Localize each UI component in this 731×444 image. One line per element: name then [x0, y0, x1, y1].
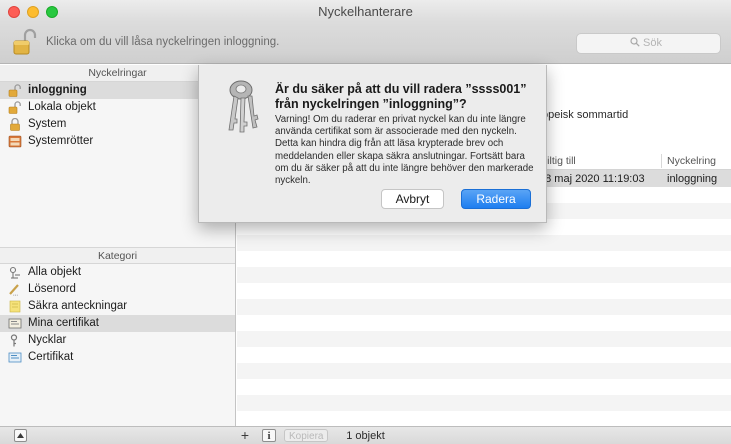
- search-input[interactable]: Sök: [576, 33, 721, 54]
- empty-row: [237, 395, 731, 411]
- unlocked-padlock-icon: [13, 28, 37, 55]
- sidebar-item-label: Lösenord: [28, 283, 76, 295]
- category-section: Kategori Alla objekt ... Lösenord Säkra …: [0, 247, 235, 366]
- sidebar-item-alla-objekt[interactable]: Alla objekt: [0, 264, 235, 281]
- cell-expires: 28 maj 2020 11:19:03: [539, 173, 645, 185]
- item-count: 1 objekt: [346, 430, 385, 442]
- lock-hint-text: Klicka om du vill låsa nyckelringen inlo…: [46, 36, 280, 48]
- empty-row: [237, 363, 731, 379]
- cancel-button[interactable]: Avbryt: [381, 189, 444, 209]
- column-separator: [661, 154, 662, 168]
- password-pencil-icon: ...: [9, 284, 19, 297]
- sidebar-item-label: Säkra anteckningar: [28, 300, 128, 312]
- sidebar-item-label: inloggning: [28, 84, 87, 96]
- detail-text: opeisk sommartid: [542, 109, 629, 121]
- category-header: Kategori: [0, 247, 235, 264]
- note-icon: [9, 300, 21, 313]
- sidebar-item-label: Nycklar: [28, 334, 67, 346]
- sidebar-item-nycklar[interactable]: Nycklar: [0, 332, 235, 349]
- sidebar-item-label: Systemrötter: [28, 135, 94, 147]
- sidebar-item-label: Mina certifikat: [28, 317, 99, 329]
- search-icon: [630, 37, 640, 47]
- search-placeholder: Sök: [643, 37, 662, 49]
- empty-row: [237, 235, 731, 251]
- sidebar-item-label: Lokala objekt: [28, 101, 96, 113]
- locked-padlock-icon: [10, 118, 20, 131]
- sidebar-item-mina-certifikat[interactable]: Mina certifikat: [0, 315, 235, 332]
- keys-icon: [228, 80, 259, 133]
- lock-keychain-button[interactable]: [12, 28, 38, 56]
- unlocked-padlock-icon: [8, 101, 21, 114]
- unlocked-padlock-icon: [8, 84, 21, 97]
- sidebar-item-sakra-anteckningar[interactable]: Säkra anteckningar: [0, 298, 235, 315]
- all-items-icon: [9, 266, 20, 279]
- sidebar-item-label: Certifikat: [28, 351, 74, 363]
- empty-row: [237, 331, 731, 347]
- cabinet-icon: [8, 135, 22, 148]
- toolbar: Klicka om du vill låsa nyckelringen inlo…: [0, 22, 731, 64]
- sidebar-item-losenord[interactable]: ... Lösenord: [0, 281, 235, 298]
- certificate-icon: [8, 352, 22, 363]
- keychain-window: Nyckelhanterare Klicka om du vill låsa n…: [0, 0, 731, 444]
- empty-row: [237, 299, 731, 315]
- dialog-message: Varning! Om du raderar en privat nyckel …: [275, 114, 534, 187]
- bottom-bar: + i Kopiera 1 objekt: [0, 426, 731, 444]
- cell-keychain: inloggning: [667, 173, 718, 185]
- sidebar-item-certifikat[interactable]: Certifikat: [0, 349, 235, 366]
- sidebar-item-label: Alla objekt: [28, 266, 82, 278]
- svg-text:...: ...: [13, 292, 18, 297]
- title-bar: Nyckelhanterare: [0, 0, 731, 22]
- column-keychain[interactable]: Nyckelring: [667, 155, 716, 167]
- window-title: Nyckelhanterare: [318, 4, 413, 19]
- delete-button[interactable]: Radera: [461, 189, 531, 209]
- my-certificate-icon: [8, 318, 22, 329]
- key-icon: [10, 334, 18, 347]
- sidebar-item-label: System: [28, 118, 67, 130]
- dialog-title: Är du säker på att du vill radera ”ssss0…: [275, 82, 527, 111]
- delete-confirmation-dialog: Är du säker på att du vill radera ”ssss0…: [198, 65, 547, 223]
- empty-row: [237, 267, 731, 283]
